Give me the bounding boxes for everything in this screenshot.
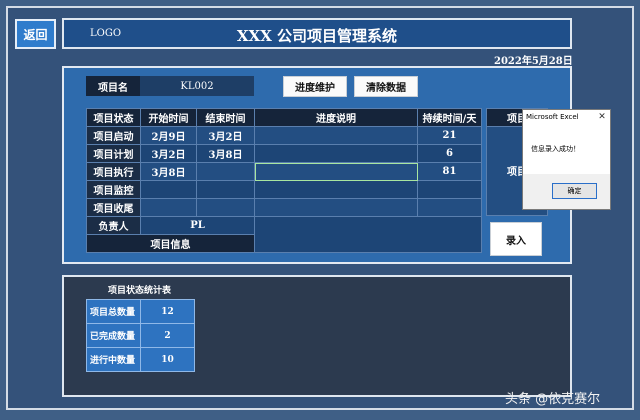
stats-title: 项目状态统计表: [108, 286, 172, 296]
row-state: 项目收尾: [86, 198, 141, 217]
stats-label: 进行中数量: [86, 347, 141, 372]
cell-desc[interactable]: [254, 126, 418, 145]
cell-desc-selected[interactable]: [254, 162, 418, 181]
cell-desc[interactable]: [254, 144, 418, 163]
cell-days: 21: [417, 126, 482, 145]
cell-days: [417, 198, 482, 217]
dialog-title: Microsoft Excel: [526, 113, 579, 121]
stats-table: 项目总数量 12 已完成数量 2 进行中数量 10: [86, 299, 195, 372]
cell-end[interactable]: [196, 162, 255, 181]
cell-days: [417, 180, 482, 199]
stats-value: 10: [140, 347, 195, 372]
col-header-days: 持续时间/天: [417, 108, 482, 127]
date-label: 2022年5月28日: [494, 56, 573, 67]
row-state: 项目执行: [86, 162, 141, 181]
owner-label: 负责人: [86, 216, 141, 235]
stats-value: 2: [140, 323, 195, 348]
message-dialog: Microsoft Excel ✕ 信息录入成功！ 确定: [522, 109, 611, 210]
progress-maintain-button[interactable]: 进度维护: [283, 76, 347, 97]
row-state: 项目计划: [86, 144, 141, 163]
cell-desc[interactable]: [254, 198, 418, 217]
row-state: 项目监控: [86, 180, 141, 199]
cell-days: 6: [417, 144, 482, 163]
cell-end[interactable]: 3月2日: [196, 126, 255, 145]
dialog-titlebar[interactable]: Microsoft Excel ✕: [523, 110, 610, 124]
col-header-desc: 进度说明: [254, 108, 418, 127]
project-info-label: 项目信息: [86, 234, 255, 253]
cell-start[interactable]: [140, 198, 197, 217]
cell-start[interactable]: 2月9日: [140, 126, 197, 145]
notes-area[interactable]: [254, 216, 482, 253]
col-header-state: 项目状态: [86, 108, 141, 127]
cell-end[interactable]: 3月8日: [196, 144, 255, 163]
back-button[interactable]: 返回: [15, 19, 56, 49]
col-header-end: 结束时间: [196, 108, 255, 127]
clear-data-button[interactable]: 清除数据: [354, 76, 418, 97]
dialog-message: 信息录入成功！: [523, 124, 610, 174]
cell-start[interactable]: 3月2日: [140, 144, 197, 163]
cell-desc[interactable]: [254, 180, 418, 199]
cell-days: 81: [417, 162, 482, 181]
watermark: 头条 @依克赛尔: [505, 392, 601, 407]
dialog-ok-button[interactable]: 确定: [552, 183, 597, 199]
page-title: XXX 公司项目管理系统: [236, 27, 398, 45]
stats-label: 已完成数量: [86, 323, 141, 348]
project-table: 项目状态 开始时间 结束时间 进度说明 持续时间/天 项目启动 2月9日 3月2…: [86, 108, 482, 253]
cell-start[interactable]: 3月8日: [140, 162, 197, 181]
project-name-label: 项目名: [86, 76, 140, 96]
stats-label: 项目总数量: [86, 299, 141, 324]
close-icon[interactable]: ✕: [596, 111, 608, 122]
header-bar: LOGO XXX 公司项目管理系统: [62, 18, 572, 49]
row-state: 项目启动: [86, 126, 141, 145]
stats-value: 12: [140, 299, 195, 324]
cell-end[interactable]: [196, 180, 255, 199]
cell-end[interactable]: [196, 198, 255, 217]
project-name-value[interactable]: KL002: [140, 76, 254, 96]
col-header-start: 开始时间: [140, 108, 197, 127]
owner-value[interactable]: PL: [140, 216, 255, 235]
submit-button[interactable]: 录入: [490, 222, 542, 256]
dialog-footer: 确定: [523, 174, 610, 209]
cell-start[interactable]: [140, 180, 197, 199]
